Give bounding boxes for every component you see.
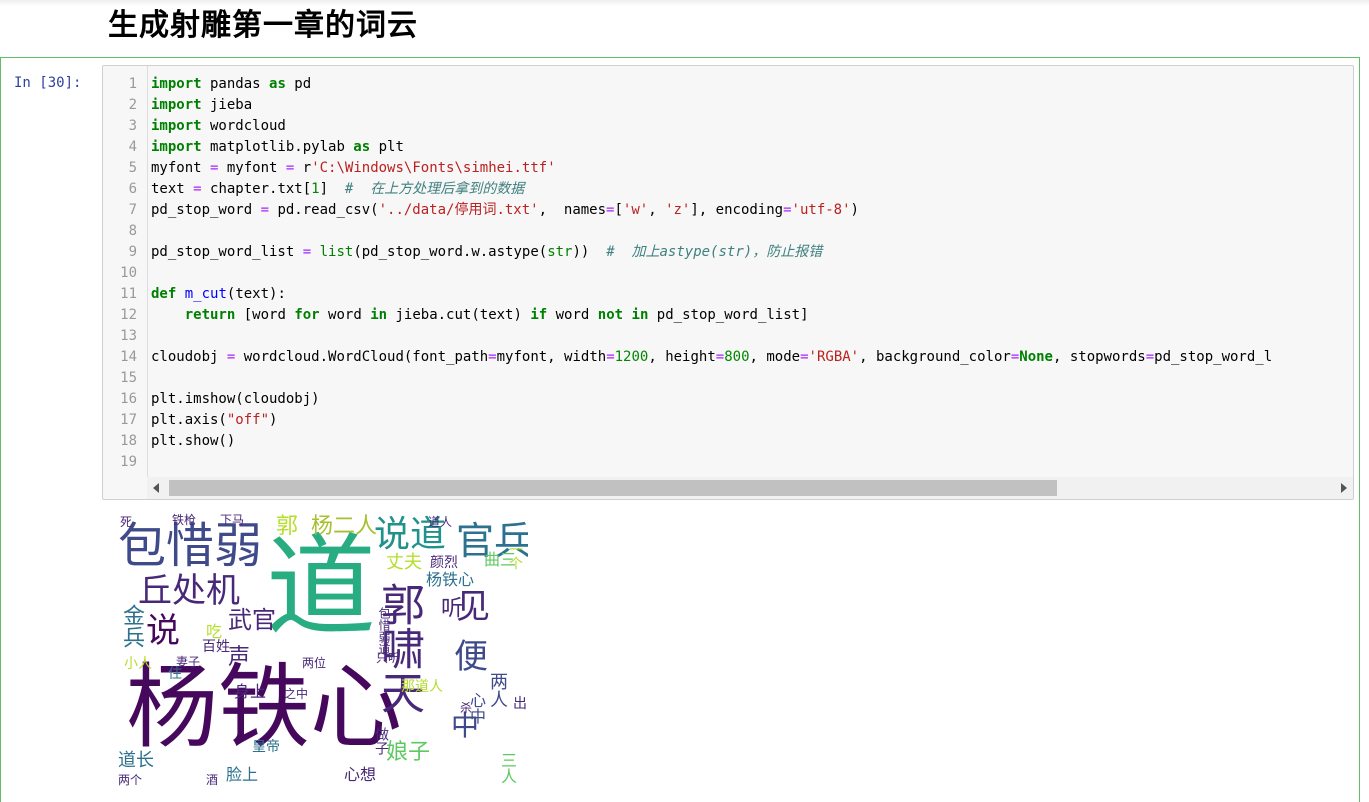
wordcloud-word: 做子	[373, 727, 389, 755]
wordcloud-word: 包惜弱	[118, 518, 263, 574]
line-number: 10	[120, 265, 137, 281]
wordcloud-word: 下马	[220, 513, 245, 527]
line-number: 18	[120, 433, 137, 449]
code-line[interactable]: cloudobj = wordcloud.WordCloud(font_path…	[151, 347, 1272, 368]
line-number: 17	[120, 412, 137, 428]
wordcloud-word: 小人	[124, 656, 152, 672]
wordcloud-word: 铁枪	[172, 513, 197, 527]
wordcloud-word: 百姓	[202, 639, 230, 655]
wordcloud-word: 金兵	[119, 604, 144, 648]
code-line[interactable]: plt.show()	[151, 431, 235, 452]
wordcloud-word: 出	[513, 696, 527, 712]
line-number: 8	[128, 223, 137, 239]
wordcloud-word: 两位	[302, 656, 327, 670]
code-line[interactable]: text = chapter.txt[1] # 在上方处理后拿到的数据	[151, 179, 524, 200]
wordcloud-word: 一个	[507, 542, 523, 570]
code-line[interactable]: plt.axis("off")	[151, 410, 277, 431]
wordcloud-word: 两个	[118, 773, 143, 787]
scroll-left-icon[interactable]	[153, 483, 159, 493]
wordcloud-word: 包惜弱道	[377, 607, 391, 655]
wordcloud-word: 那道人	[401, 679, 443, 695]
line-number: 4	[128, 139, 137, 155]
wordcloud-word: 道人	[428, 515, 453, 529]
line-number: 3	[128, 118, 137, 134]
markdown-heading: 生成射雕第一章的词云	[108, 8, 418, 43]
line-number: 13	[120, 328, 137, 344]
code-line[interactable]: plt.imshow(cloudobj)	[151, 389, 320, 410]
code-line[interactable]: myfont = myfont = r'C:\Windows\Fonts\sim…	[151, 158, 556, 179]
wordcloud-word: 听	[437, 596, 462, 618]
line-number: 11	[120, 286, 137, 302]
wordcloud-word: 杨二人	[311, 514, 378, 539]
wordcloud-word: 丈夫	[386, 552, 422, 573]
wordcloud-word: 身上	[234, 682, 267, 701]
wordcloud-word: 三人	[498, 752, 517, 784]
wordcloud-word: 两人	[487, 672, 508, 708]
wordcloud-word: 颜烈	[430, 555, 458, 571]
scrollbar-thumb[interactable]	[169, 480, 1057, 496]
wordcloud-word: 之中	[284, 687, 309, 701]
wordcloud-word: 道长	[118, 750, 154, 771]
wordcloud-word: 杨铁心	[426, 570, 475, 589]
wordcloud-word: 脸上	[226, 765, 259, 784]
line-number: 15	[120, 370, 137, 386]
code-line[interactable]: import jieba	[151, 95, 252, 116]
line-number: 5	[128, 160, 137, 176]
wordcloud-word: 武官	[228, 606, 276, 634]
wordcloud-word: 妻子	[176, 655, 201, 669]
line-number: 2	[128, 97, 137, 113]
code-line[interactable]: pd_stop_word_list = list(pd_stop_word.w.…	[151, 242, 822, 263]
line-number: 1	[128, 76, 137, 92]
wordcloud-word: 吃	[206, 622, 223, 641]
horizontal-scrollbar[interactable]	[147, 477, 1353, 499]
scroll-right-icon[interactable]	[1341, 483, 1347, 493]
wordcloud-word: 郭	[276, 514, 299, 539]
line-number: 16	[120, 391, 137, 407]
line-number: 6	[128, 181, 137, 197]
wordcloud-word: 说	[146, 611, 180, 651]
wordcloud-word: 酒	[206, 773, 219, 787]
code-line[interactable]: pd_stop_word = pd.read_csv('../data/停用词.…	[151, 200, 859, 221]
wordcloud-word: 道	[266, 523, 376, 651]
wordcloud-word: 心想	[344, 765, 377, 784]
wordcloud-word: 娘子	[386, 740, 431, 765]
code-line[interactable]: import matplotlib.pylab as plt	[151, 137, 404, 158]
line-number: 14	[120, 349, 137, 365]
wordcloud-word: 丘处机	[138, 571, 240, 611]
wordcloud-word: 声	[228, 645, 251, 670]
code-line[interactable]: import pandas as pd	[151, 74, 311, 95]
line-number: 12	[120, 307, 137, 323]
wordcloud-word: 杀	[460, 701, 473, 715]
line-number: 19	[120, 454, 137, 470]
wordcloud-output-image: 杨铁心道包惜弱 郭啸天 说道 官兵 丘处机说武官见便听金兵 杨二人郭丈夫 娘子中两人 杨铁心颜…	[116, 512, 528, 790]
code-line[interactable]: return [word for word in jieba.cut(text)…	[151, 305, 809, 326]
wordcloud-word: 皇帝	[252, 739, 280, 755]
code-line[interactable]: def m_cut(text):	[151, 284, 286, 305]
wordcloud-word: 便	[454, 637, 488, 677]
code-line[interactable]: import wordcloud	[151, 116, 286, 137]
line-number: 9	[128, 244, 137, 260]
wordcloud-word: 住	[168, 666, 182, 682]
line-number: 7	[128, 202, 137, 218]
line-number-gutter: 1 2 3 4 5 6 7 8 9 10 11 12 13 14 15 16 17 18 19	[103, 66, 148, 478]
input-prompt: In [30]:	[14, 75, 82, 91]
wordcloud-word: 死	[120, 515, 133, 529]
code-editor[interactable]: 1 2 3 4 5 6 7 8 9 10 11 12 13 14 15 16 17 18 19 import pan…	[102, 65, 1354, 500]
